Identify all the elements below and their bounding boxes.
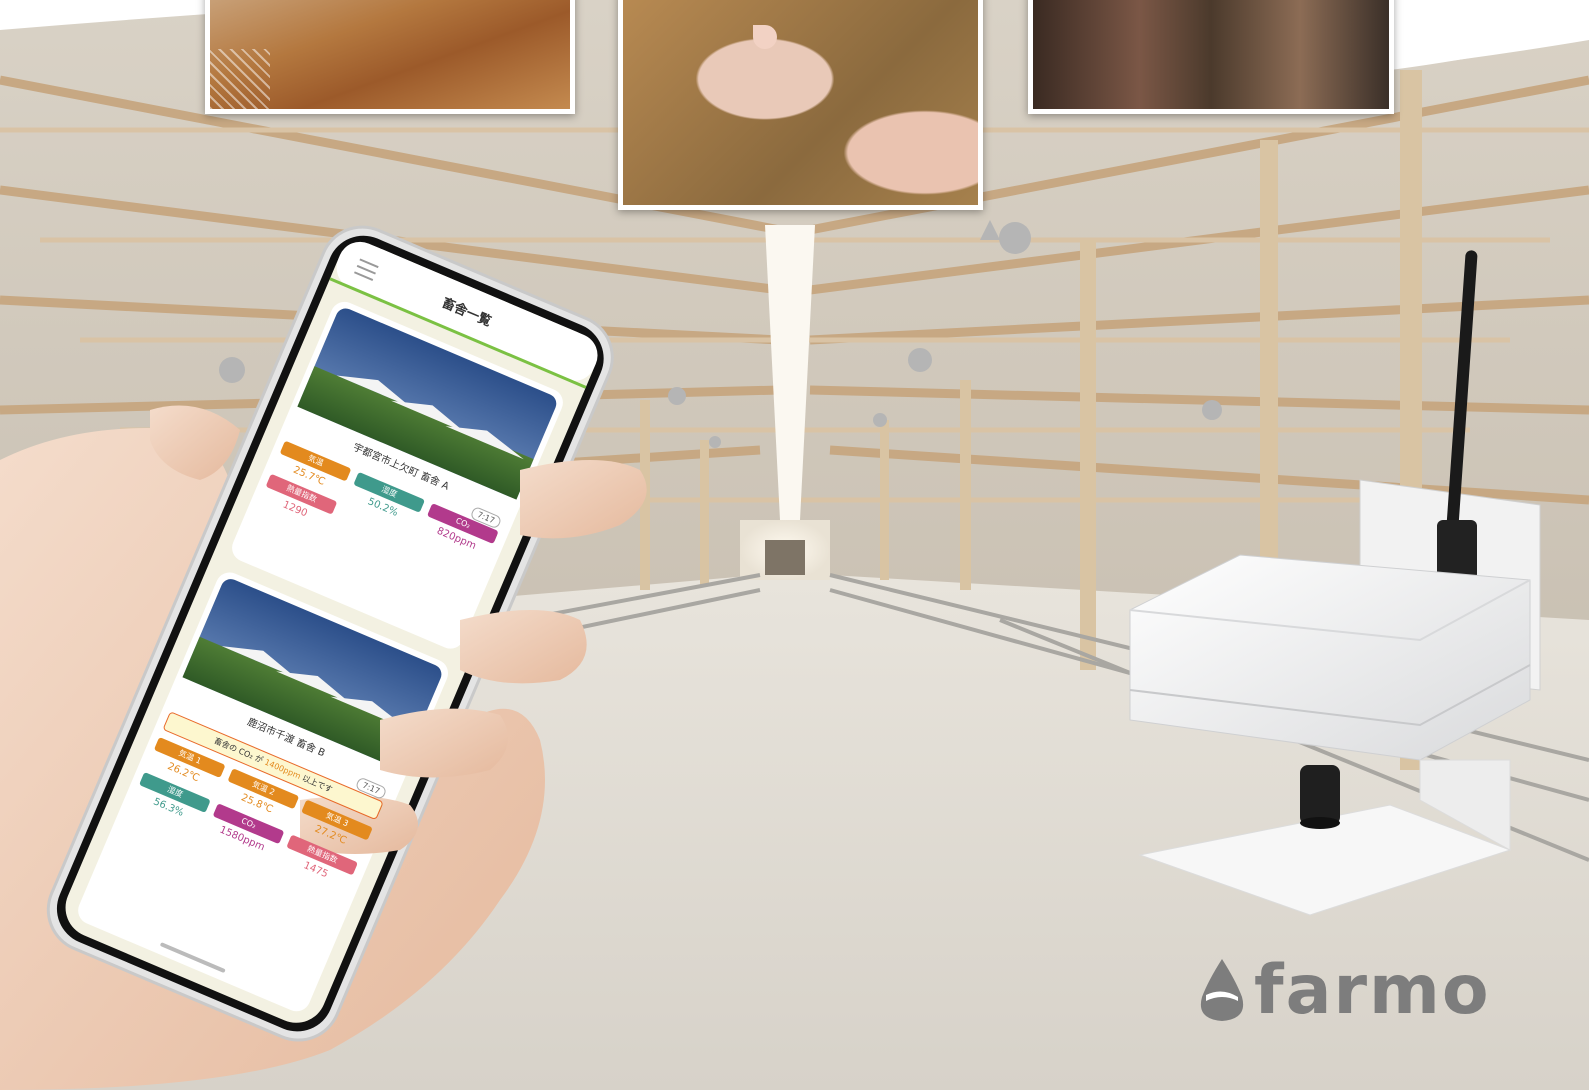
sensor-device bbox=[1129, 250, 1541, 916]
drop-icon bbox=[1200, 959, 1244, 1021]
antenna bbox=[1446, 250, 1478, 530]
advertisement-scene: 畜舎一覧 宇都宮市上欠町 畜舎 A 7:17 ▂▄▆ 気温 25.7℃ 湿度 5… bbox=[0, 0, 1589, 1090]
brand-name: farmo bbox=[1254, 950, 1491, 1030]
farmo-logo: farmo bbox=[1198, 950, 1491, 1030]
